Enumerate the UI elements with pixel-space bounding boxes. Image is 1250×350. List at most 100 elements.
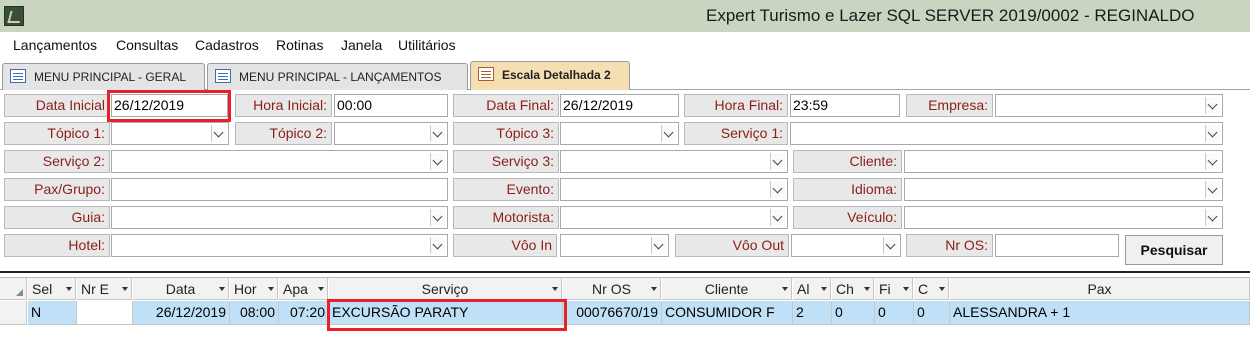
topico1-select[interactable]	[111, 122, 229, 145]
chevron-down-icon[interactable]	[1205, 97, 1220, 114]
chevron-down-icon[interactable]	[1205, 153, 1220, 170]
topico2-select[interactable]	[334, 122, 448, 145]
cell-pax[interactable]: ALESSANDRA + 1	[950, 301, 1250, 325]
voo-in-select[interactable]	[560, 234, 669, 257]
idioma-select[interactable]	[904, 178, 1223, 201]
select-all-corner[interactable]	[0, 278, 27, 300]
menu-janela[interactable]: Janela	[341, 37, 382, 53]
hora-final-field[interactable]: 23:59	[790, 94, 900, 117]
chevron-down-icon[interactable]	[883, 237, 898, 254]
filter-arrow-icon[interactable]	[122, 287, 128, 291]
cell-cliente[interactable]: CONSUMIDOR F	[662, 301, 793, 325]
chevron-down-icon[interactable]	[651, 237, 666, 254]
filter-arrow-icon[interactable]	[939, 287, 945, 291]
topico1-label: Tópico 1:	[4, 122, 110, 145]
cell-data[interactable]: 26/12/2019	[133, 301, 230, 325]
empresa-label: Empresa:	[906, 94, 993, 117]
column-header-sel[interactable]: Sel	[28, 278, 76, 300]
chevron-down-icon[interactable]	[770, 181, 785, 198]
tab-menu-principal-geral[interactable]: MENU PRINCIPAL - GERAL	[2, 63, 205, 90]
evento-select[interactable]	[560, 178, 788, 201]
motorista-select[interactable]	[560, 206, 788, 229]
column-header-pax[interactable]: Pax	[950, 278, 1250, 300]
menu-consultas[interactable]: Consultas	[116, 37, 178, 53]
app-logo-icon	[4, 6, 24, 26]
voo-in-label: Vôo In	[453, 234, 557, 257]
filter-arrow-icon[interactable]	[552, 287, 558, 291]
filter-arrow-icon[interactable]	[903, 287, 909, 291]
chevron-down-icon[interactable]	[770, 153, 785, 170]
chevron-down-icon[interactable]	[661, 125, 676, 142]
column-header-cliente[interactable]: Cliente	[662, 278, 792, 300]
filter-arrow-icon[interactable]	[268, 287, 274, 291]
pax-grupo-label: Pax/Grupo:	[4, 178, 110, 201]
column-header-hor[interactable]: Hor	[230, 278, 278, 300]
column-header-al[interactable]: Al	[793, 278, 831, 300]
cliente-select[interactable]	[904, 150, 1223, 173]
data-inicial-field[interactable]: 26/12/2019	[111, 94, 228, 117]
filter-arrow-icon[interactable]	[219, 287, 225, 291]
chevron-down-icon[interactable]	[430, 237, 445, 254]
chevron-down-icon[interactable]	[430, 153, 445, 170]
filter-arrow-icon[interactable]	[66, 287, 72, 291]
filter-arrow-icon[interactable]	[651, 287, 657, 291]
hora-inicial-label: Hora Inicial:	[235, 94, 332, 117]
chevron-down-icon[interactable]	[1205, 125, 1220, 142]
veiculo-select[interactable]	[904, 206, 1223, 229]
topico3-label: Tópico 3:	[453, 122, 559, 145]
filter-arrow-icon[interactable]	[864, 287, 870, 291]
hora-inicial-field[interactable]: 00:00	[334, 94, 448, 117]
column-header-servico[interactable]: Serviço	[329, 278, 562, 300]
filter-arrow-icon[interactable]	[821, 287, 827, 291]
cell-ch[interactable]: 0	[832, 301, 875, 325]
tab-escala-detalhada-2[interactable]: Escala Detalhada 2	[470, 61, 630, 91]
filter-arrow-icon[interactable]	[782, 287, 788, 291]
cell-al[interactable]: 2	[793, 301, 832, 325]
cell-sel[interactable]: N	[28, 301, 77, 325]
nr-os-field[interactable]	[995, 234, 1119, 257]
column-header-nr-e[interactable]: Nr E	[77, 278, 132, 300]
chevron-down-icon[interactable]	[1205, 181, 1220, 198]
cell-apa[interactable]: 07:20	[279, 301, 329, 325]
chevron-down-icon[interactable]	[430, 209, 445, 226]
column-header-apa[interactable]: Apa	[279, 278, 328, 300]
chevron-down-icon[interactable]	[770, 209, 785, 226]
menu-lancamentos[interactable]: Lançamentos	[13, 37, 97, 53]
topico3-select[interactable]	[560, 122, 679, 145]
tab-menu-principal-lancamentos[interactable]: MENU PRINCIPAL - LANÇAMENTOS	[207, 63, 468, 90]
form-icon	[215, 69, 231, 83]
cell-c[interactable]: 0	[914, 301, 950, 325]
tab-label: MENU PRINCIPAL - GERAL	[34, 70, 187, 84]
guia-label: Guia:	[4, 206, 110, 229]
menu-utilitarios[interactable]: Utilitários	[398, 37, 456, 53]
filter-arrow-icon[interactable]	[318, 287, 324, 291]
column-header-data[interactable]: Data	[133, 278, 229, 300]
voo-out-select[interactable]	[791, 234, 901, 257]
hotel-select[interactable]	[111, 234, 448, 257]
column-header-ch[interactable]: Ch	[832, 278, 874, 300]
cell-hor[interactable]: 08:00	[230, 301, 279, 325]
cell-nr-os[interactable]: 00076670/19	[563, 301, 662, 325]
column-header-nr-os[interactable]: Nr OS	[563, 278, 661, 300]
chevron-down-icon[interactable]	[1205, 209, 1220, 226]
servico3-label: Serviço 3:	[453, 150, 559, 173]
menu-cadastros[interactable]: Cadastros	[195, 37, 259, 53]
guia-select[interactable]	[111, 206, 448, 229]
empresa-select[interactable]	[995, 94, 1223, 117]
servico3-select[interactable]	[560, 150, 788, 173]
pax-grupo-field[interactable]	[111, 178, 448, 201]
data-final-field[interactable]: 26/12/2019	[560, 94, 679, 117]
servico1-select[interactable]	[790, 122, 1223, 145]
column-header-c[interactable]: C	[914, 278, 949, 300]
chevron-down-icon[interactable]	[430, 125, 445, 142]
idioma-label: Idioma:	[793, 178, 902, 201]
cell-servico[interactable]: EXCURSÃO PARATY	[329, 301, 563, 325]
servico2-select[interactable]	[111, 150, 448, 173]
menu-rotinas[interactable]: Rotinas	[276, 37, 323, 53]
pesquisar-button[interactable]: Pesquisar	[1125, 235, 1223, 265]
cell-fi[interactable]: 0	[875, 301, 914, 325]
cell-nr-e[interactable]	[77, 301, 133, 325]
chevron-down-icon[interactable]	[211, 125, 226, 142]
row-selector[interactable]	[0, 301, 27, 325]
column-header-fi[interactable]: Fi	[875, 278, 913, 300]
